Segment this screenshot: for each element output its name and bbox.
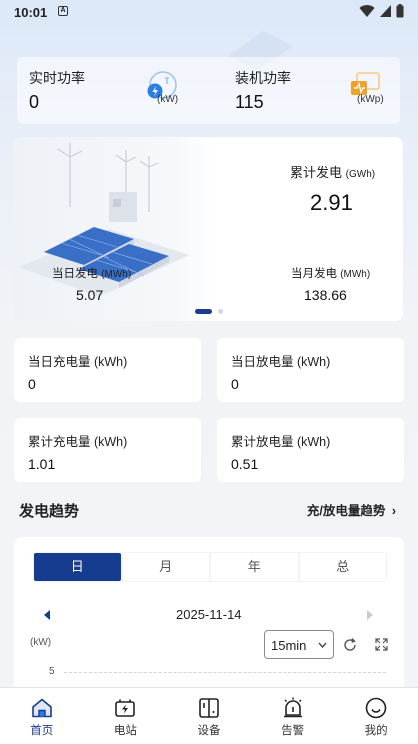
installed-power-label: 装机功率 bbox=[235, 70, 291, 86]
trend-chart-card: 日 月 年 总 2025-11-14 (kW) 15min 5 bbox=[14, 537, 404, 697]
bottom-navigation: 首页 电站 设备 告警 我的 bbox=[0, 687, 418, 744]
nav-station-label: 电站 bbox=[113, 725, 137, 737]
nav-device-label: 设备 bbox=[197, 725, 221, 737]
status-icons bbox=[359, 4, 404, 18]
nav-profile-label: 我的 bbox=[364, 725, 388, 737]
realtime-power-value: 0 bbox=[29, 92, 40, 112]
total-discharge-value: 0.51 bbox=[231, 456, 259, 472]
daily-charge-card: 当日充电量 (kWh) 0 bbox=[14, 338, 201, 402]
charge-discharge-trend-link[interactable]: 充/放电量趋势 › bbox=[307, 500, 396, 519]
daily-charge-value: 0 bbox=[28, 376, 36, 392]
solar-farm-illustration bbox=[14, 137, 214, 321]
installed-power-value: 115 bbox=[235, 92, 264, 112]
home-icon bbox=[31, 698, 52, 718]
total-charge-card: 累计充电量 (kWh) 1.01 bbox=[14, 418, 201, 482]
status-time: 10:01 bbox=[14, 5, 48, 20]
alarm-icon bbox=[283, 697, 302, 718]
installed-power-unit: (kWp) bbox=[357, 94, 384, 105]
y-axis-tick: 5 bbox=[49, 666, 55, 677]
today-generation-label: 当日发电 (MWh) bbox=[52, 268, 132, 280]
previous-date-icon[interactable] bbox=[42, 608, 52, 622]
total-discharge-card: 累计放电量 (kWh) 0.51 bbox=[217, 418, 404, 482]
chevron-down-icon bbox=[318, 642, 327, 648]
carousel-indicator bbox=[195, 309, 223, 314]
nav-station[interactable]: 电站 bbox=[84, 688, 168, 744]
total-generation-label: 累计发电 (GWh) bbox=[290, 165, 376, 180]
y-axis-unit: (kW) bbox=[30, 637, 52, 648]
total-charge-label: 累计充电量 (kWh) bbox=[28, 435, 128, 449]
nav-device[interactable]: 设备 bbox=[167, 688, 251, 744]
nav-profile[interactable]: 我的 bbox=[334, 688, 418, 744]
notification-app-icon: A bbox=[58, 6, 68, 16]
current-date[interactable]: 2025-11-14 bbox=[176, 607, 242, 622]
device-icon bbox=[199, 698, 219, 718]
generation-card[interactable]: 累计发电 (GWh) 2.91 当日发电 (MWh) 5.07 当月发电 (MW… bbox=[14, 137, 403, 321]
total-charge-value: 1.01 bbox=[28, 456, 56, 472]
signal-icon bbox=[380, 5, 391, 17]
status-bar: 10:01 A bbox=[0, 0, 418, 24]
nav-alarm[interactable]: 告警 bbox=[251, 688, 335, 744]
daily-discharge-value: 0 bbox=[231, 376, 239, 392]
nav-alarm-label: 告警 bbox=[281, 725, 305, 737]
realtime-power-unit: (kW) bbox=[157, 94, 179, 105]
interval-select-value: 15min bbox=[271, 638, 307, 653]
month-generation-label: 当月发电 (MWh) bbox=[291, 268, 371, 280]
generation-trend-title: 发电趋势 bbox=[19, 503, 80, 520]
battery-icon bbox=[396, 4, 404, 18]
daily-discharge-label: 当日放电量 (kWh) bbox=[231, 355, 331, 369]
power-summary-card: 实时功率 0 (kW) 装机功率 115 (kWp) bbox=[17, 57, 400, 124]
total-discharge-label: 累计放电量 (kWh) bbox=[231, 435, 331, 449]
next-date-icon[interactable] bbox=[365, 608, 375, 622]
tab-year[interactable]: 年 bbox=[211, 553, 298, 581]
date-navigator: 2025-11-14 bbox=[14, 605, 404, 625]
tab-day[interactable]: 日 bbox=[34, 553, 121, 581]
wifi-icon bbox=[359, 5, 375, 18]
chevron-right-icon: › bbox=[391, 504, 396, 518]
profile-icon bbox=[365, 697, 387, 719]
tab-month[interactable]: 月 bbox=[122, 553, 209, 581]
carousel-dot bbox=[218, 309, 223, 314]
daily-charge-label: 当日充电量 (kWh) bbox=[28, 355, 128, 369]
chart-gridline bbox=[64, 672, 386, 673]
total-generation-value: 2.91 bbox=[310, 190, 353, 215]
nav-home-label: 首页 bbox=[30, 725, 54, 737]
station-icon bbox=[115, 699, 136, 717]
month-generation-value: 138.66 bbox=[304, 287, 347, 303]
carousel-dot-active bbox=[195, 309, 212, 314]
fullscreen-icon[interactable] bbox=[374, 637, 389, 652]
refresh-icon[interactable] bbox=[342, 637, 358, 653]
interval-select[interactable]: 15min bbox=[264, 630, 334, 659]
realtime-power-label: 实时功率 bbox=[29, 70, 85, 86]
today-generation-value: 5.07 bbox=[76, 287, 104, 303]
daily-discharge-card: 当日放电量 (kWh) 0 bbox=[217, 338, 404, 402]
tab-total[interactable]: 总 bbox=[299, 553, 386, 581]
period-tabs: 日 月 年 总 bbox=[33, 552, 387, 582]
nav-home[interactable]: 首页 bbox=[0, 688, 84, 744]
